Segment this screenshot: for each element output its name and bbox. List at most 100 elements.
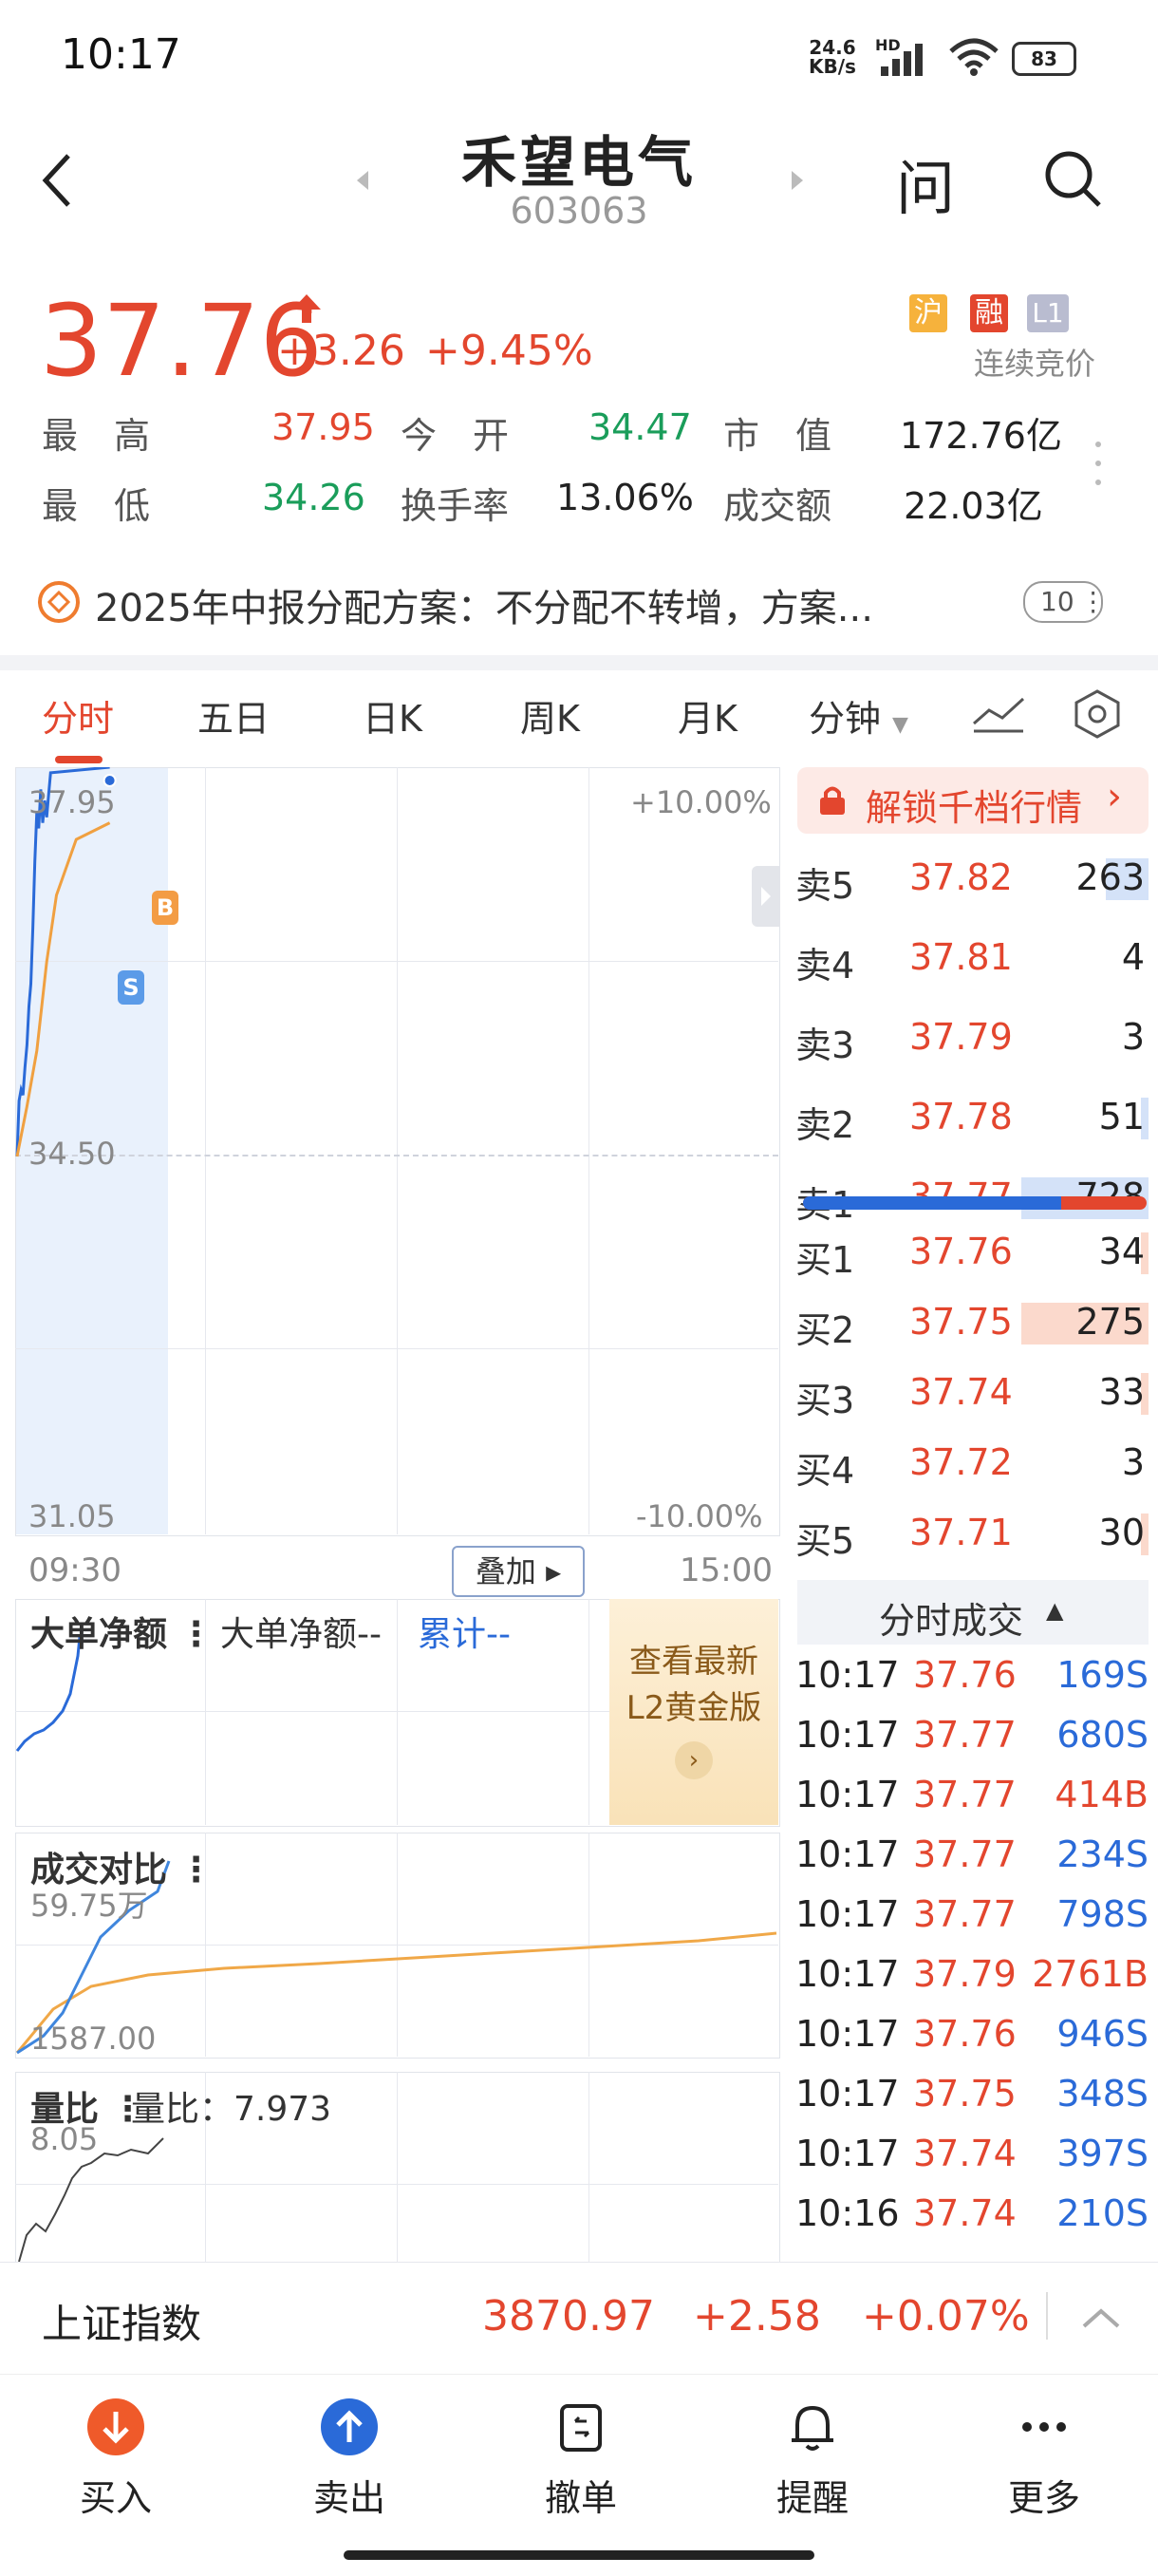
x-axis-start: 09:30 (28, 1551, 121, 1589)
tab-weekly-k[interactable]: 周K (520, 689, 580, 742)
ask-price: 37.79 (909, 1016, 1013, 1058)
price-change-pct: +9.45% (425, 327, 593, 375)
trade-row: 10:17 37.74 397S (795, 2129, 1149, 2186)
bid-row[interactable]: 买3 37.74 33 (795, 1363, 1149, 1422)
tab-minute[interactable]: 分钟 ▼ (809, 689, 908, 742)
trade-price: 37.77 (913, 1774, 1017, 1815)
sell-marker[interactable]: S (118, 970, 144, 1005)
indicator-icon[interactable] (970, 693, 1027, 735)
buy-marker[interactable]: B (152, 891, 178, 925)
trade-volume: 169S (1056, 1654, 1149, 1696)
bid-volume: 275 (1075, 1301, 1145, 1343)
chevron-right-icon: › (675, 1741, 713, 1779)
bid-row[interactable]: 买5 37.71 30 (795, 1504, 1149, 1563)
volume-ratio-label: 量比：7.973 (131, 2090, 332, 2129)
trade-volume: 234S (1056, 1833, 1149, 1875)
status-bar: 10:17 24.6 KB/s HD 83 (0, 0, 1158, 114)
ask-button[interactable]: 问 (896, 141, 955, 226)
bid-row[interactable]: 买2 37.75 275 (795, 1293, 1149, 1352)
high-value: 37.95 (271, 406, 375, 448)
buy-button[interactable]: 买入 (40, 2398, 192, 2521)
cancel-order-button[interactable]: 撤单 (505, 2398, 657, 2521)
mcap-value: 172.76亿 (900, 415, 1062, 457)
trade-time: 10:17 (795, 1714, 900, 1756)
ask-row[interactable]: 卖3 37.79 3 (795, 1008, 1149, 1067)
price-change: +3.26 (277, 327, 405, 375)
trade-volume: 798S (1056, 1893, 1149, 1935)
battery-icon: 83 (1012, 42, 1076, 76)
overlay-button[interactable]: 叠加 ▸ (452, 1546, 585, 1597)
y-axis-bottom: 31.05 (28, 1498, 116, 1534)
index-pct: +0.07% (862, 2292, 1030, 2341)
trade-row: 10:17 37.75 348S (795, 2069, 1149, 2126)
trade-price: 37.75 (913, 2073, 1017, 2115)
bid-level: 买2 (795, 1309, 855, 1351)
big-order-cumulative: 累计-- (418, 1615, 511, 1654)
unlock-depth-button[interactable]: 解锁千档行情 › (797, 767, 1149, 834)
settings-icon[interactable] (1071, 687, 1124, 741)
trade-time: 10:17 (795, 1953, 900, 1995)
trade-header[interactable]: 分时成交 ▲ (797, 1580, 1149, 1645)
l2-promo[interactable]: 查看最新 L2黄金版 › (609, 1599, 778, 1825)
bid-row[interactable]: 买1 37.76 34 (795, 1223, 1149, 1282)
turnover-label: 换手率 (401, 485, 510, 527)
search-icon[interactable] (1042, 148, 1103, 209)
index-value: 3870.97 (482, 2292, 655, 2341)
alert-button[interactable]: 提醒 (737, 2398, 888, 2521)
turnover-value: 13.06% (556, 477, 694, 518)
trade-volume: 414B (1055, 1774, 1149, 1815)
bid-level: 买3 (795, 1380, 855, 1421)
volume-compare-top: 59.75万 (30, 1888, 148, 1924)
trade-volume: 348S (1056, 2073, 1149, 2115)
expand-handle[interactable] (752, 866, 780, 927)
trade-price: 37.77 (913, 1833, 1017, 1875)
sell-button[interactable]: 卖出 (273, 2398, 425, 2521)
big-order-title[interactable]: 大单净额 ⋮ (30, 1607, 214, 1656)
more-dots-icon[interactable] (1093, 439, 1103, 488)
index-change: +2.58 (693, 2292, 821, 2341)
ask-level: 卖5 (795, 865, 855, 907)
tab-5day[interactable]: 五日 (197, 689, 270, 742)
more-button[interactable]: 更多 (968, 2398, 1120, 2521)
bid-price: 37.72 (909, 1441, 1013, 1483)
ask-volume: 51 (1098, 1096, 1145, 1138)
wifi-icon (949, 38, 999, 76)
bid-price: 37.74 (909, 1371, 1013, 1413)
trade-time: 10:17 (795, 1893, 900, 1935)
volume-ratio-top: 8.05 (30, 2121, 99, 2157)
ask-level: 卖4 (795, 945, 855, 987)
trade-row: 10:17 37.76 946S (795, 2009, 1149, 2066)
ask-row[interactable]: 卖2 37.78 51 (795, 1088, 1149, 1147)
tab-intraday[interactable]: 分时 (42, 689, 114, 742)
level-badge[interactable]: L1 (1027, 294, 1069, 332)
open-label: 今 开 (401, 415, 510, 457)
pct-axis-top: +10.00% (630, 784, 772, 820)
network-speed: 24.6 KB/s (809, 36, 856, 78)
bid-volume: 30 (1098, 1512, 1145, 1553)
ask-row[interactable]: 卖5 37.82 263 (795, 849, 1149, 908)
bid-volume: 3 (1121, 1441, 1145, 1483)
bid-volume: 34 (1098, 1231, 1145, 1272)
trade-time: 10:17 (795, 2133, 900, 2174)
trade-time: 10:17 (795, 1654, 900, 1696)
price-plot (15, 767, 117, 1157)
notice-count[interactable]: 10 ⋮ (1023, 581, 1107, 623)
trade-volume: 946S (1056, 2013, 1149, 2055)
bid-row[interactable]: 买4 37.72 3 (795, 1434, 1149, 1493)
trade-volume: 680S (1056, 1714, 1149, 1756)
ask-level: 卖2 (795, 1104, 855, 1146)
chevron-up-icon[interactable] (1080, 2303, 1122, 2332)
x-axis-end: 15:00 (680, 1551, 773, 1589)
stock-code: 603063 (510, 190, 648, 232)
tab-monthly-k[interactable]: 月K (678, 689, 738, 742)
tab-daily-k[interactable]: 日K (363, 689, 422, 742)
more-icon (1016, 2398, 1073, 2455)
trade-price: 37.76 (913, 2013, 1017, 2055)
margin-badge: 融 (970, 294, 1008, 332)
bid-level: 买5 (795, 1520, 855, 1562)
bid-price: 37.76 (909, 1231, 1013, 1272)
buy-icon (87, 2398, 144, 2455)
ask-row[interactable]: 卖4 37.81 4 (795, 929, 1149, 987)
next-stock-icon[interactable] (788, 167, 807, 194)
ask-price: 37.82 (909, 856, 1013, 898)
